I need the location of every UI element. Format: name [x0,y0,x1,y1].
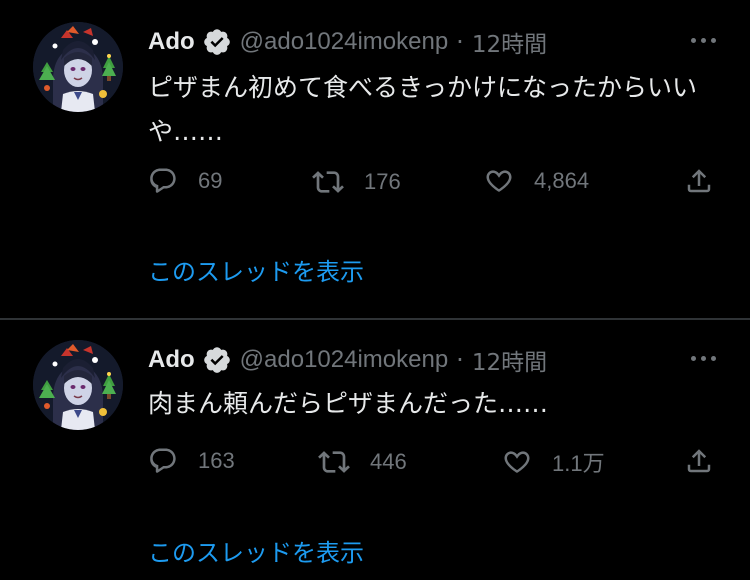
separator-dot: · [456,28,464,56]
reply-button[interactable]: 69 [148,166,222,196]
retweet-icon [318,446,350,478]
retweet-button[interactable]: 176 [312,166,401,198]
tweet-time[interactable]: 12時間 [472,25,547,59]
like-count: 4,864 [534,168,590,193]
reply-icon [148,166,178,196]
share-icon [684,166,714,196]
reply-button[interactable]: 163 [148,446,235,476]
avatar[interactable] [33,340,123,430]
reply-count: 69 [198,168,223,193]
like-button[interactable]: 1.1万 [502,446,605,478]
share-icon [684,446,714,476]
avatar-illustration [33,340,123,430]
reply-icon [148,446,178,476]
tweet-actions: 69 176 4,864 [0,160,750,208]
retweet-button[interactable]: 446 [318,446,407,478]
verified-badge-icon [202,345,232,375]
tweet-text: ピザまん初めて食べるきっかけになったからいいや…… [148,73,698,146]
separator-dot: · [456,346,464,374]
more-dot [711,356,716,361]
tweet-time[interactable]: 12時間 [472,343,547,377]
tweet[interactable]: Ado @ado1024imokenp · 12時間 肉まん頼んだらピザまんだっ… [0,320,750,580]
display-name[interactable]: Ado [148,28,195,56]
heart-icon [502,447,532,477]
retweet-count: 176 [364,169,401,194]
more-dot [701,38,706,43]
tweet[interactable]: Ado @ado1024imokenp · 12時間 ピザまん初めて食べるきっか… [0,0,750,318]
tweet-text: 肉まん頼んだらピザまんだった…… [148,389,549,418]
retweet-count: 446 [370,449,407,474]
tweet-header: Ado @ado1024imokenp · 12時間 [148,342,547,378]
tweet-header: Ado @ado1024imokenp · 12時間 [148,24,547,60]
share-button[interactable] [684,166,714,196]
more-dot [701,356,706,361]
show-thread-link[interactable]: このスレッドを表示 [148,533,364,568]
avatar[interactable] [33,22,123,112]
like-button[interactable]: 4,864 [484,166,589,196]
avatar-illustration [33,22,123,112]
heart-icon [484,166,514,196]
like-count: 1.1万 [552,451,605,476]
reply-count: 163 [198,448,235,473]
verified-badge-icon [202,27,232,57]
more-dot [711,38,716,43]
user-handle[interactable]: @ado1024imokenp [240,346,449,374]
more-dot [691,38,696,43]
tweet-actions: 163 446 1.1万 [0,440,750,488]
show-thread-link[interactable]: このスレッドを表示 [148,252,364,287]
more-horizontal-icon[interactable] [691,38,716,43]
more-dot [691,356,696,361]
retweet-icon [312,166,344,198]
more-horizontal-icon[interactable] [691,356,716,361]
user-handle[interactable]: @ado1024imokenp [240,28,449,56]
display-name[interactable]: Ado [148,346,195,374]
share-button[interactable] [684,446,714,476]
